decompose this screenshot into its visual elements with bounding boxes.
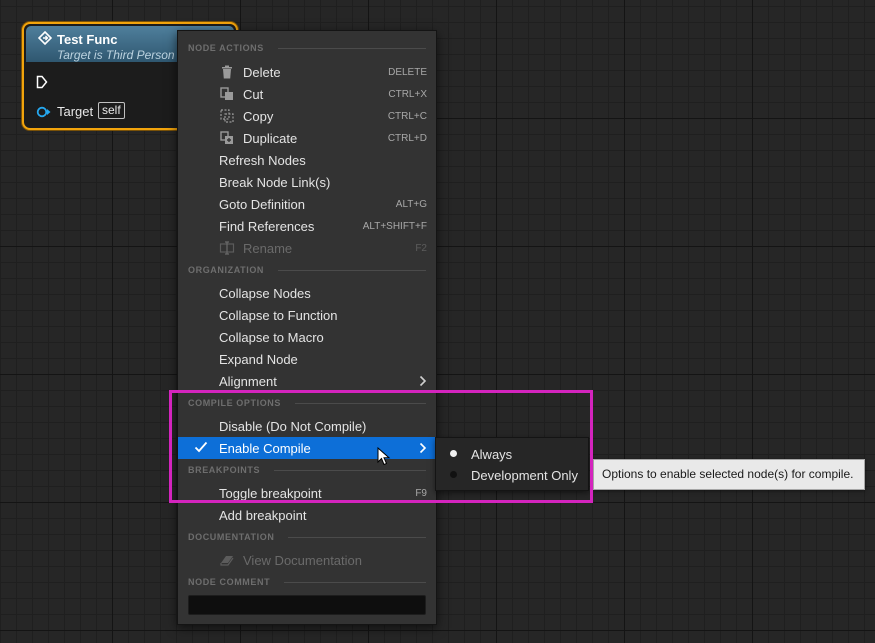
menu-item-collapse-to-function[interactable]: Collapse to Function [178, 304, 436, 326]
section-divider [278, 269, 426, 271]
menu-item-rename[interactable]: Rename F2 [178, 237, 436, 259]
section-label: NODE COMMENT [188, 577, 271, 587]
chevron-right-icon [419, 442, 427, 454]
menu-item-collapse-nodes[interactable]: Collapse Nodes [178, 282, 436, 304]
menu-item-label: Find References [219, 219, 315, 234]
section-divider [295, 402, 426, 404]
submenu-item-label: Always [471, 447, 513, 462]
menu-item-disable-compile[interactable]: Disable (Do Not Compile) [178, 415, 436, 437]
menu-item-label: Refresh Nodes [219, 153, 306, 168]
trash-icon [222, 65, 232, 79]
menu-item-add-breakpoint[interactable]: Add breakpoint [178, 504, 436, 526]
radio-unselected-icon [450, 471, 457, 478]
duplicate-icon [220, 131, 233, 144]
tooltip: Options to enable selected node(s) for c… [593, 459, 865, 490]
cut-icon [220, 87, 233, 100]
shortcut-label: ALT+SHIFT+F [362, 221, 427, 232]
section-divider [277, 47, 426, 49]
menu-item-label: Alignment [219, 374, 277, 389]
copy-icon [220, 109, 234, 123]
menu-item-label: Goto Definition [219, 197, 305, 212]
section-node-actions: NODE ACTIONS [188, 40, 426, 56]
self-badge: self [98, 102, 125, 119]
section-divider [288, 536, 426, 538]
section-documentation: DOCUMENTATION [188, 529, 426, 545]
menu-item-break-node-links[interactable]: Break Node Link(s) [178, 171, 436, 193]
menu-item-label: Cut [243, 87, 264, 102]
menu-item-label: Expand Node [219, 352, 298, 367]
mouse-cursor-icon [377, 447, 391, 466]
shortcut-label: F9 [415, 488, 427, 499]
section-divider [274, 469, 426, 471]
menu-item-label: Break Node Link(s) [219, 175, 331, 190]
menu-item-label: Collapse to Function [219, 308, 338, 323]
function-icon [38, 31, 52, 45]
menu-item-label: Rename [243, 241, 293, 256]
radio-selected-icon [450, 450, 457, 457]
section-label: DOCUMENTATION [188, 532, 275, 542]
menu-item-label: Enable Compile [219, 441, 311, 456]
menu-item-label: Duplicate [243, 131, 298, 146]
section-label: NODE ACTIONS [188, 43, 264, 53]
target-label: Target [57, 104, 94, 119]
shortcut-label: CTRL+C [387, 111, 427, 122]
tooltip-text: Options to enable selected node(s) for c… [602, 467, 854, 481]
menu-item-copy[interactable]: Copy CTRL+C [178, 105, 436, 127]
checkmark-icon [194, 441, 208, 453]
menu-item-toggle-breakpoint[interactable]: Toggle breakpoint F9 [178, 482, 436, 504]
menu-item-collapse-to-macro[interactable]: Collapse to Macro [178, 326, 436, 348]
menu-item-expand-node[interactable]: Expand Node [178, 348, 436, 370]
menu-item-label: View Documentation [243, 553, 362, 568]
section-label: COMPILE OPTIONS [188, 398, 282, 408]
menu-item-label: Copy [243, 109, 274, 124]
context-menu: NODE ACTIONS Delete DELETE Cut CTRL+X Co… [177, 30, 437, 625]
chevron-right-icon [419, 375, 427, 387]
menu-item-cut[interactable]: Cut CTRL+X [178, 83, 436, 105]
shortcut-label: DELETE [388, 67, 427, 78]
exec-pin-icon[interactable] [36, 75, 48, 89]
menu-item-label: Add breakpoint [219, 508, 307, 523]
submenu-item-always[interactable]: Always [436, 444, 588, 465]
menu-item-view-documentation[interactable]: View Documentation [178, 549, 436, 571]
shortcut-label: CTRL+X [388, 89, 427, 100]
book-icon [220, 556, 234, 566]
section-compile-options: COMPILE OPTIONS [188, 395, 426, 411]
menu-item-duplicate[interactable]: Duplicate CTRL+D [178, 127, 436, 149]
shortcut-label: ALT+G [395, 199, 427, 210]
menu-item-refresh-nodes[interactable]: Refresh Nodes [178, 149, 436, 171]
shortcut-label: CTRL+D [387, 133, 427, 144]
section-node-comment: NODE COMMENT [188, 574, 426, 590]
menu-item-find-references[interactable]: Find References ALT+SHIFT+F [178, 215, 436, 237]
section-label: BREAKPOINTS [188, 465, 261, 475]
section-label: ORGANIZATION [188, 265, 265, 275]
menu-item-alignment[interactable]: Alignment [178, 370, 436, 392]
menu-item-delete[interactable]: Delete DELETE [178, 61, 436, 83]
menu-item-label: Delete [243, 65, 281, 80]
node-title: Test Func [57, 32, 118, 47]
menu-item-enable-compile[interactable]: Enable Compile [178, 437, 436, 459]
menu-item-label: Collapse to Macro [219, 330, 324, 345]
rename-icon [219, 241, 235, 255]
target-pin-icon[interactable] [36, 106, 52, 118]
menu-item-label: Toggle breakpoint [219, 486, 322, 501]
section-divider [284, 581, 426, 583]
submenu-item-label: Development Only [471, 468, 578, 483]
enable-compile-submenu: Always Development Only [435, 437, 589, 491]
node-comment-input[interactable] [188, 595, 426, 615]
menu-item-label: Collapse Nodes [219, 286, 311, 301]
menu-item-goto-definition[interactable]: Goto Definition ALT+G [178, 193, 436, 215]
section-organization: ORGANIZATION [188, 262, 426, 278]
shortcut-label: F2 [415, 243, 427, 254]
submenu-item-development-only[interactable]: Development Only [436, 465, 588, 486]
menu-item-label: Disable (Do Not Compile) [219, 419, 367, 434]
node-subtitle: Target is Third Person [57, 48, 175, 62]
